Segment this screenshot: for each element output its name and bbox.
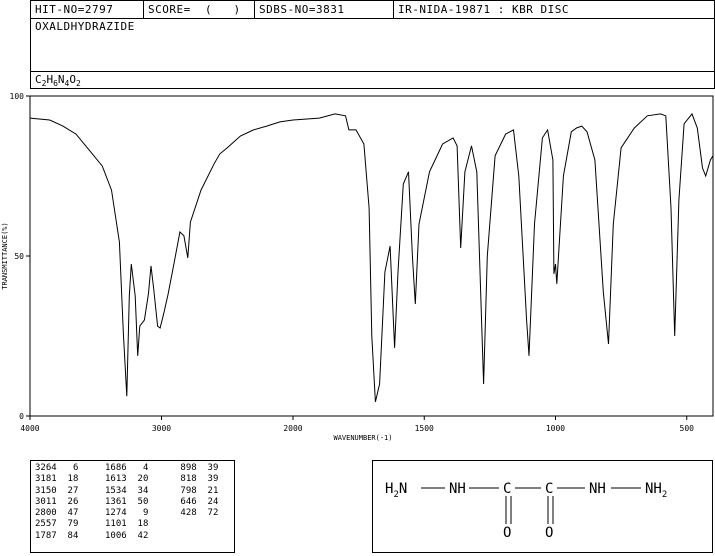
y-tick-label: 0 (19, 412, 24, 421)
peak-row: 1787 84 (35, 531, 78, 542)
peak-wavenumber: 1274 (105, 508, 127, 519)
header-panel: HIT-NO=2797 SCORE= ( ) SDBS-NO=3831 IR-N… (30, 0, 715, 89)
x-tick-label: 2000 (283, 424, 302, 433)
peak-transmittance: 4 (126, 463, 149, 473)
peak-transmittance: 39 (196, 474, 219, 485)
score-field: SCORE= ( ) (148, 3, 241, 16)
formula-rule (31, 71, 714, 72)
formula-element: C (35, 73, 42, 86)
peak-row: 1686 4 (105, 463, 148, 474)
formula-element: O (69, 73, 76, 86)
peak-wavenumber: 1686 (105, 463, 127, 473)
ir-source-info: IR-NIDA-19871 : KBR DISC (398, 3, 569, 16)
peak-wavenumber: 3150 (35, 485, 57, 496)
peak-row: 3011 26 (35, 497, 78, 508)
peak-transmittance: 50 (126, 496, 149, 507)
peak-wavenumber: 3011 (35, 496, 57, 507)
peak-transmittance: 9 (126, 508, 149, 519)
peak-transmittance: 24 (196, 496, 219, 507)
peak-row: 646 24 (175, 497, 218, 508)
peak-row: 3264 6 (35, 463, 78, 474)
peak-column: 3264 6 3181 18 3150 27 3011 26 2800 47 2557 7… (35, 463, 78, 542)
peak-row: 2800 47 (35, 508, 78, 519)
peak-transmittance: 39 (196, 463, 219, 473)
peak-row: 3181 18 (35, 474, 78, 485)
peak-wavenumber: 1613 (105, 474, 127, 485)
peak-wavenumber: 1534 (105, 485, 127, 496)
formula-element: N (57, 73, 65, 86)
structure-diagram: H2N NH C C NH NH2 O O (372, 460, 713, 553)
y-tick-label: 100 (10, 92, 25, 101)
peak-wavenumber: 646 (175, 496, 197, 507)
structure-svg: H2N NH C C NH NH2 O O (385, 481, 667, 541)
peak-transmittance: 34 (126, 485, 149, 496)
atom-nh2: NH2 (645, 481, 667, 500)
peak-wavenumber: 2800 (35, 508, 57, 519)
peak-row: 1006 42 (105, 531, 148, 542)
molecular-formula: C2H6N4O2 (35, 73, 81, 88)
x-tick-label: 1000 (546, 424, 565, 433)
peak-row: 798 21 (175, 486, 218, 497)
plot-frame (29, 95, 714, 417)
header-rule (31, 18, 714, 19)
peak-transmittance: 27 (56, 485, 79, 496)
peak-transmittance: 84 (56, 530, 79, 541)
peak-transmittance: 79 (56, 519, 79, 530)
peak-transmittance: 42 (126, 530, 149, 541)
y-tick-label: 50 (14, 252, 24, 261)
peak-wavenumber: 1006 (105, 530, 127, 541)
peak-wavenumber: 3264 (35, 463, 57, 473)
sdbs-number: SDBS-NO=3831 (259, 3, 345, 16)
peak-wavenumber: 428 (175, 508, 197, 519)
peak-wavenumber: 1361 (105, 496, 127, 507)
x-tick-label: 4000 (20, 424, 39, 433)
peak-transmittance: 21 (196, 485, 219, 496)
formula-subscript: 2 (75, 79, 81, 89)
peak-row: 3150 27 (35, 486, 78, 497)
peak-transmittance: 72 (196, 508, 219, 519)
hit-number: HIT-NO=2797 (35, 3, 114, 16)
x-tick-label: 500 (680, 424, 695, 433)
x-axis-label: WAVENUMBER(-1) (333, 434, 392, 442)
compound-name: OXALDHYDRAZIDE (35, 20, 135, 33)
atom-nh-left: NH (449, 481, 466, 497)
peak-transmittance: 18 (56, 474, 79, 485)
peak-row: 898 39 (175, 463, 218, 474)
peak-row: 1361 50 (105, 497, 148, 508)
peak-wavenumber: 1101 (105, 519, 127, 530)
peak-row: 428 72 (175, 508, 218, 519)
peak-table: 3264 6 3181 18 3150 27 3011 26 2800 47 2557 7… (30, 460, 235, 553)
peak-row: 2557 79 (35, 519, 78, 530)
spectrum-line (29, 112, 714, 403)
peak-wavenumber: 1787 (35, 530, 57, 541)
peak-row: 818 39 (175, 474, 218, 485)
x-tick-label: 3000 (152, 424, 171, 433)
peak-wavenumber: 3181 (35, 474, 57, 485)
x-tick-label: 1500 (415, 424, 434, 433)
peak-row: 1613 20 (105, 474, 148, 485)
peak-row: 1101 18 (105, 519, 148, 530)
atom-oxygen-left: O (503, 525, 511, 541)
peak-column: 1686 4 1613 20 1534 34 1361 50 1274 9 1101 18… (105, 463, 148, 542)
peak-transmittance: 6 (56, 463, 79, 473)
peak-transmittance: 47 (56, 508, 79, 519)
peak-transmittance: 26 (56, 496, 79, 507)
peak-wavenumber: 2557 (35, 519, 57, 530)
peak-transmittance: 18 (126, 519, 149, 530)
atom-nh-right: NH (589, 481, 606, 497)
peak-row: 1274 9 (105, 508, 148, 519)
atom-carbon-left: C (503, 481, 511, 497)
atom-carbon-right: C (545, 481, 553, 497)
peak-transmittance: 20 (126, 474, 149, 485)
peak-wavenumber: 818 (175, 474, 197, 485)
y-axis-label: TRANSMITTANCE(%) (1, 222, 9, 289)
atom-h2n: H2N (385, 481, 407, 500)
atom-oxygen-right: O (545, 525, 553, 541)
peak-column: 898 39 818 39 798 21 646 24 428 72 (175, 463, 218, 519)
peak-wavenumber: 898 (175, 463, 197, 473)
peak-wavenumber: 798 (175, 485, 197, 496)
ir-spectrum-chart: 4000 3000 2000 1500 1000 500 0 50 100 WAVENUMBER(… (1, 92, 714, 442)
peak-row: 1534 34 (105, 486, 148, 497)
